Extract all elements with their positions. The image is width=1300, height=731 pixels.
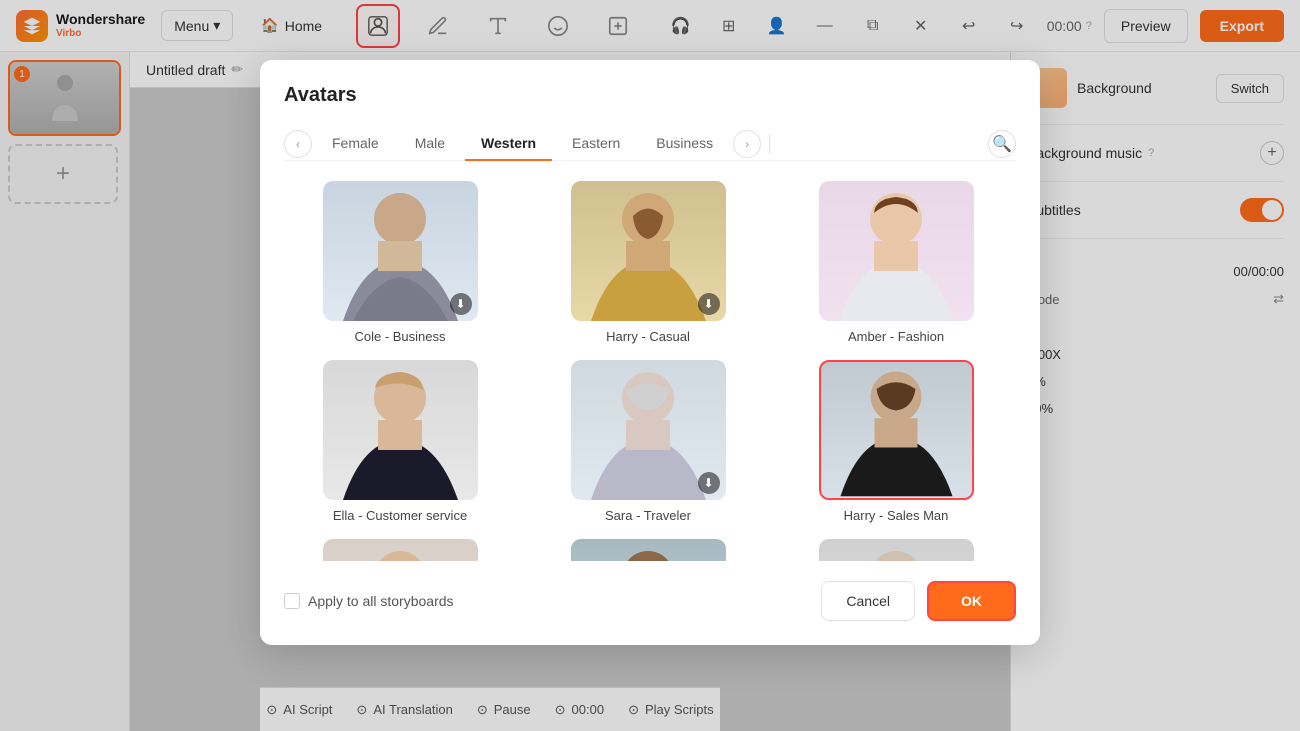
tab-prev-arrow[interactable]: ‹ [284,130,312,158]
avatar-sara-image: ⬇ [571,360,726,500]
avatar-sara[interactable]: ⬇ Sara - Traveler [532,360,764,523]
modal-footer: Apply to all storyboards Cancel OK [284,581,1016,621]
avatar-grid: ⬇ Cole - Business ⬇ Harry - Casual [284,181,1016,561]
avatar-harry-sales-image [819,360,974,500]
avatar-harry-sales-name: Harry - Sales Man [844,508,949,523]
avatar-tabs: ‹ Female Male Western Eastern Business ›… [284,127,1016,161]
avatar-harry-casual-image: ⬇ [571,181,726,321]
apply-all-checkbox[interactable]: Apply to all storyboards [284,593,454,609]
avatar-amber-image [819,181,974,321]
modal-overlay: Avatars ‹ Female Male Western Eastern Bu… [0,0,1300,731]
avatar-amber[interactable]: Amber - Fashion [780,181,1012,344]
avatar-ella-image [323,360,478,500]
tab-western[interactable]: Western [465,127,552,161]
avatar-p7[interactable] [284,539,516,561]
avatar-ella[interactable]: Ella - Customer service [284,360,516,523]
avatar-cole-image: ⬇ [323,181,478,321]
avatar-p9-image [819,539,974,561]
tab-next-arrow[interactable]: › [733,130,761,158]
tab-female[interactable]: Female [316,127,395,161]
ok-button[interactable]: OK [927,581,1016,621]
avatar-ella-name: Ella - Customer service [333,508,467,523]
download-icon: ⬇ [698,472,720,494]
tab-eastern[interactable]: Eastern [556,127,636,161]
avatar-amber-name: Amber - Fashion [848,329,944,344]
tab-male[interactable]: Male [399,127,461,161]
avatar-sara-name: Sara - Traveler [605,508,691,523]
cancel-button[interactable]: Cancel [821,581,915,621]
search-icon[interactable]: 🔍 [988,130,1016,158]
checkbox-icon [284,593,300,609]
avatar-p7-image [323,539,478,561]
avatar-p9[interactable] [780,539,1012,561]
download-icon: ⬇ [450,293,472,315]
download-icon: ⬇ [698,293,720,315]
modal-title: Avatars [284,84,1016,107]
tab-divider [769,134,770,154]
tab-business[interactable]: Business [640,127,729,161]
apply-label: Apply to all storyboards [308,593,454,609]
avatar-harry-sales[interactable]: Harry - Sales Man [780,360,1012,523]
avatar-cole-name: Cole - Business [354,329,445,344]
avatar-cole[interactable]: ⬇ Cole - Business [284,181,516,344]
footer-buttons: Cancel OK [821,581,1016,621]
avatars-modal: Avatars ‹ Female Male Western Eastern Bu… [260,60,1040,645]
avatar-harry-casual[interactable]: ⬇ Harry - Casual [532,181,764,344]
avatar-harry-casual-name: Harry - Casual [606,329,690,344]
avatar-p8[interactable] [532,539,764,561]
avatar-p8-image [571,539,726,561]
